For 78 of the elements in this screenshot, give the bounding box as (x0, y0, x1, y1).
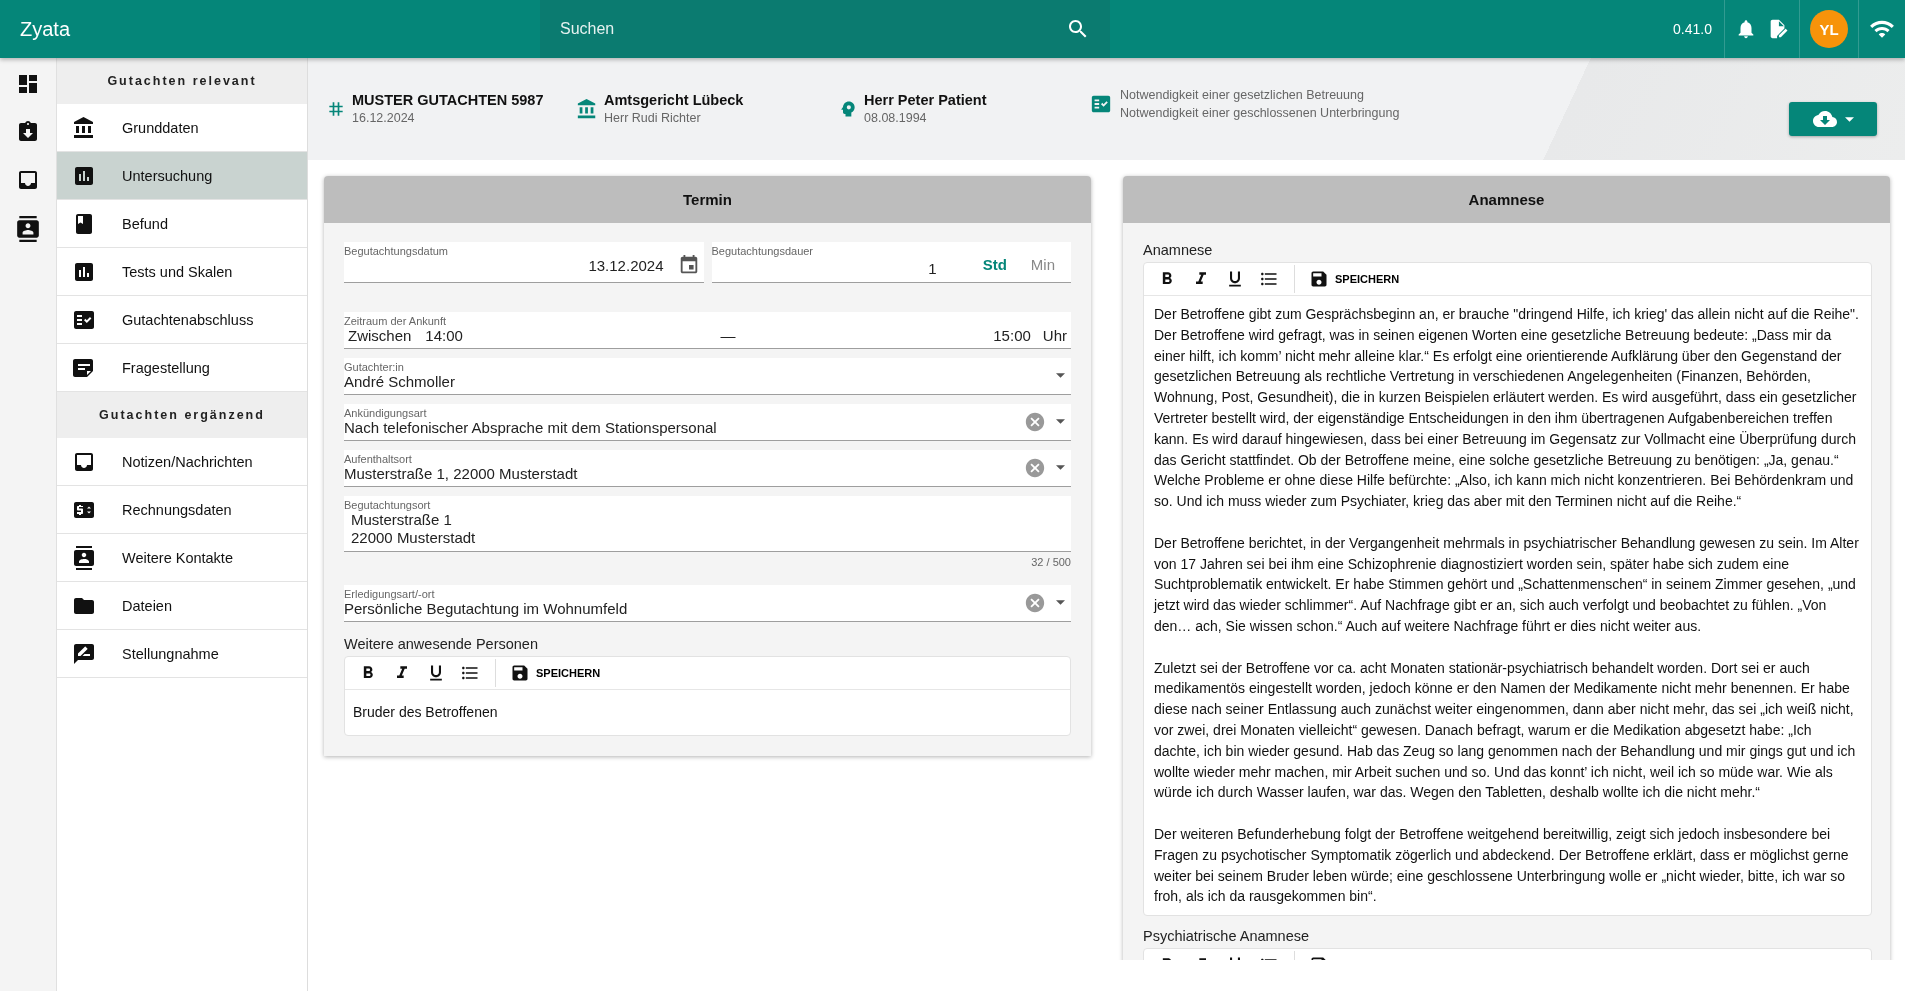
field-label: Erledigungsart/-ort (344, 588, 436, 600)
field-label: Gutachter:in (344, 361, 405, 373)
contact-card-icon (72, 545, 96, 570)
clear-icon[interactable] (1024, 591, 1046, 614)
bank-icon (72, 115, 96, 140)
requirement-text: Notwendigkeit einer gesetzlichen Betreuung (1120, 87, 1365, 104)
card-title: Anamnese (1123, 176, 1890, 223)
unit-toggle[interactable]: Min (1018, 256, 1067, 273)
duration-field[interactable]: Begutachtungsdauer 1 Std Min (711, 242, 1071, 283)
paragraph: Der Betroffene gibt zum Gesprächsbeginn an, er brauche "dringend Hilfe, ich krieg' das allein nicht auf die Reihe". Der Betroffene wird gefragt, was in seinen eigenen Worten eine gesetzliche Betreuung bedeute: „Dass mir da einer hilft, ich komm’ nicht mehr alleine klar.“ Es erfolgt eine orientierende Aufklärung über den Gegenstand der gesetzlichen Betreuung als rechtliche Vertretung in verschiedenen Angelegenheiten (Finanzen, Behörden, Wohnung, Post, Gesundheit), die in kurzen Beispielen erläutert werden. Es wird ausgeführt, dass ein gesetzlicher Vertreter bestellt wird, der eigenständige Entscheidungen in den ihm übertragenen Aufgabenbereichen treffen kann. Es wird darauf hingewiesen, dass bei einer Betreuung im Gegensatz zur Vollmacht eine Überprüfung durch das Gericht stattfindet. Ob der Betroffene meine, eine solche gesetzliche Betreuung zu benötigen: „Ja, genau.“ Welche Probleme er ohne diese Hilfe befürchte: „Also, ich kann mich nicht konzentrieren. Bei Behördenkram und so. Und ich muss wieder zum Psychiater, krieg das aber mit den Terminen nicht auf die Reihe.“ (1154, 305, 1860, 512)
section-header: Gutachten ergänzend (57, 392, 307, 438)
patient-name: Herr Peter Patient (864, 92, 987, 108)
clipboard-download-icon[interactable] (16, 120, 40, 144)
app-title: Zyata (19, 17, 72, 41)
editor-label: Psychiatrische Anamnese (1143, 928, 1311, 945)
field-label: Zeitraum der Ankunft (344, 315, 448, 327)
checklist-icon (1090, 93, 1112, 115)
field-label: Begutachtungsdauer (711, 245, 815, 257)
contact-card-icon[interactable] (15, 216, 41, 242)
field-value: Nach telefonischer Absprache mit dem Stationspersonal (344, 419, 717, 436)
inbox-icon[interactable] (16, 168, 40, 192)
judge-name: Herr Rudi Richter (604, 111, 702, 125)
save-button[interactable]: SPEICHERN (506, 659, 605, 687)
save-button[interactable]: SPEICHERN (1305, 265, 1404, 293)
field-value: 13.12.2024 (588, 256, 664, 274)
paragraph: Bruder des Betroffenen (353, 703, 499, 722)
field-label: Begutachtungsdatum (344, 245, 449, 257)
clear-icon[interactable] (1024, 456, 1046, 479)
section-header: Gutachten relevant (57, 58, 307, 104)
editor-label: Weitere anwesende Personen (344, 636, 539, 652)
editor-text-area[interactable]: Bruder des Betroffenen (345, 690, 1070, 735)
field-value: Persönliche Begutachtung im Wohnumfeld (344, 600, 628, 617)
start-time: 14:00 (425, 327, 463, 344)
court-name: Amtsgericht Lübeck (604, 92, 744, 108)
end-time: 15:00 (993, 327, 1031, 344)
dropdown-caret-icon (1056, 600, 1065, 605)
select-field[interactable]: Ankündigungsart Nach telefonischer Absprache mit dem Stationspersonal (344, 404, 1071, 441)
character-counter: 32 / 500 (1030, 556, 1071, 568)
pencil-speech-icon (72, 641, 96, 666)
dropdown-caret-icon (1056, 373, 1065, 378)
field-prefix: Zwischen (348, 327, 412, 344)
field-label: Ankündigungsart (344, 407, 428, 419)
dropdown-caret-icon (1056, 419, 1065, 424)
field-value: Musterstraße 1, 22000 Musterstadt (344, 465, 578, 482)
select-field[interactable]: Erledigungsart/-ort Persönliche Begutachtung im Wohnumfeld (344, 585, 1071, 622)
case-title: MUSTER GUTACHTEN 5987 (352, 92, 544, 108)
requirement-text: Notwendigkeit einer geschlossenen Unterbringung (1120, 105, 1400, 122)
search-field[interactable]: Suchen (540, 0, 1110, 58)
field-value: André Schmoller (344, 373, 455, 390)
field-label: Begutachtungsort (344, 499, 432, 511)
patient-birthdate: 08.08.1994 (864, 111, 928, 125)
paragraph: Der Betroffene berichtet, in der Vergangenheit mehrmals in psychiatrischer Behandlung gewesen zu sein. Im Alter von 17 Jahren sei bei ihm eine Schizophrenie diagnostiziert worden sein, später habe sich zudem eine Suchtproblematik entwickelt. Er habe Stimmen gehört und „Schattenmenschen“ in seinem Zimmer gesehen, „und jetzt wird das wieder schlimmer“. Auf Nachfrage gibt er an, sich auch verfolgt und beobachtet zu fühlen. „Von den… ach, Sie wissen schon.“ Auch auf weitere Nachfrage führt er dies nicht weiter aus. (1154, 533, 1860, 636)
editor-label: Anamnese (1143, 242, 1214, 258)
save-icon (1309, 269, 1329, 289)
time-unit: Uhr (1042, 327, 1067, 344)
case-date: 16.12.2024 (352, 111, 416, 125)
field-value: 1 (928, 260, 937, 277)
field-label: Aufenthaltsort (344, 453, 413, 465)
clear-icon[interactable] (1024, 410, 1046, 433)
date-field[interactable]: Begutachtungsdatum 13.12.2024 (344, 242, 704, 283)
version-label: 0.41.0 (1672, 21, 1713, 37)
sidebar-item[interactable]: Untersuchung (57, 152, 307, 200)
download-button[interactable] (1789, 102, 1877, 136)
unit-toggle[interactable]: Std (970, 256, 1019, 273)
paragraph: Zuletzt sei der Betroffene vor ca. acht Monaten stationär-psychiatrisch behandelt worden. Dort sei er auch medikamentös eingestellt worden, jedoch könne er den Namen der Medikamente nicht mehr benennen. Er habe diese nach seiner Entlassung auch zunächst weiter eingenommen, dann aber nicht mehr, das sei „ich weiß nicht, vor zwei, drei Monaten vielleicht“ gewesen. Danach befragt, warum er die Medikation abgesetzt habe: „Ich dachte, ich bin wieder gesund. Hab das Zeug so lang genommen nach der Behandlung und mir gings gut und ich wollte wieder mehr machen, mir Arbeit suchen und so. Und das konnt’ ich nicht, weil ich so müde war. Wie als würde ich durch Wasser laufen, war das. Wegen den Tabletten, deshalb wollte ich die nicht mehr.“ (1154, 658, 1857, 803)
select-field[interactable]: Gutachter:in André Schmoller (344, 358, 1071, 395)
paragraph: Der weiteren Befunderhebung folgt der Betroffene weitgehend bereitwillig, zeigt sich jedoch insbesondere bei Fragen zu psychotischer Symptomatik zögerlich und abdeckend. Der Betroffene erklärt, dass er möglichst gerne weiter bei seinem Bruder leben würde; eine geschlossene Unterbringung wolle er „nicht wieder, bitte, ich war so froh, als ich da rausgekommen bin“. (1154, 824, 1850, 907)
select-field[interactable]: Aufenthaltsort Musterstraße 1, 22000 Musterstadt (344, 450, 1071, 487)
dropdown-caret-icon (1056, 465, 1065, 470)
card-title: Termin (324, 176, 1091, 223)
dashboard-icon[interactable] (16, 72, 40, 96)
caret-icon (1844, 116, 1854, 122)
field-value: Musterstraße 1 22000 Musterstadt (350, 511, 477, 547)
bank-icon (576, 97, 598, 120)
save-icon (510, 663, 530, 683)
arrival-time-field[interactable]: Zeitraum der Ankunft Zwischen 14:00 — 15:00 Uhr (344, 312, 1071, 349)
range-separator: — (720, 327, 736, 344)
textarea-field[interactable]: Begutachtungsort Musterstraße 1 22000 Musterstadt (344, 496, 1071, 552)
